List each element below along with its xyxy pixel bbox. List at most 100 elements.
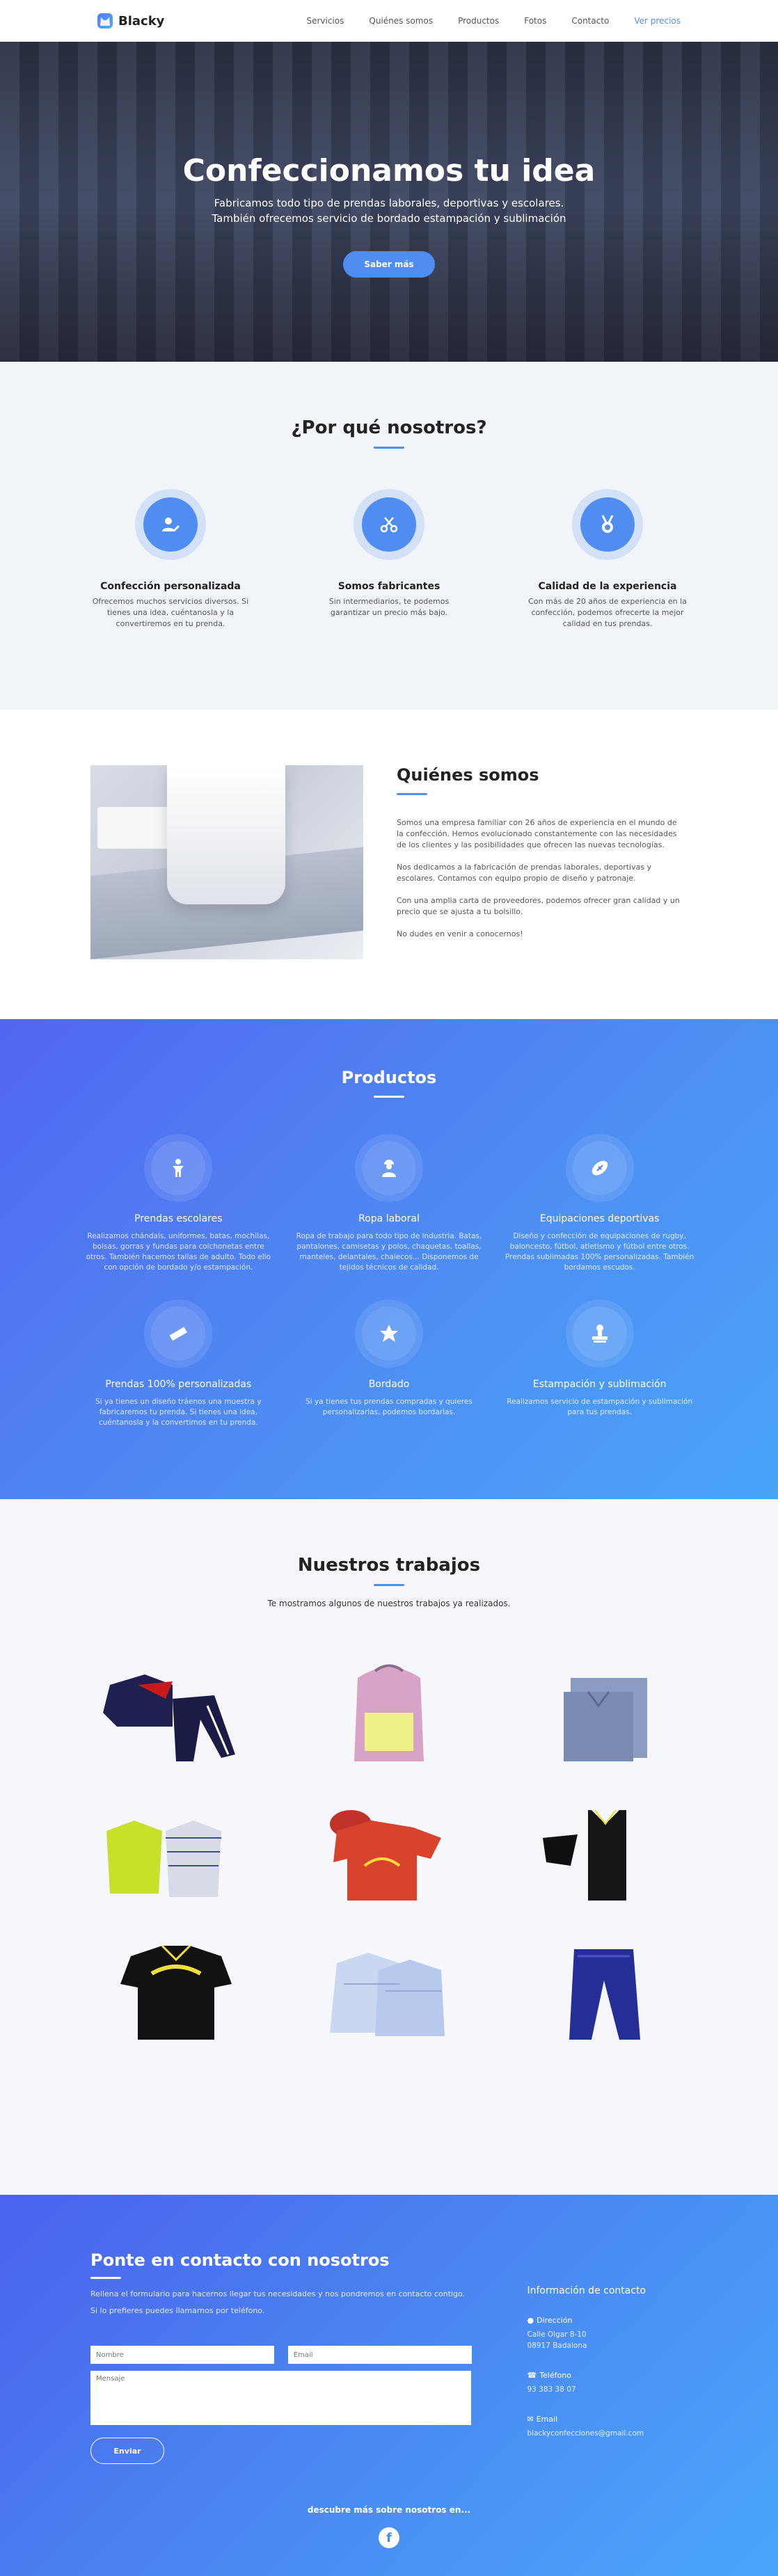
hero-title: Confeccionamos tu idea xyxy=(182,153,596,189)
work-photo-sports-top[interactable] xyxy=(516,1796,688,1907)
product-text: Si ya tienes un diseño tráenos una muest… xyxy=(95,1398,262,1427)
product-ropa-laboral: Ropa laboral Ropa de trabajo para todo t… xyxy=(294,1141,484,1273)
main-menu: Servicios Quiénes somos Productos Fotos … xyxy=(306,16,681,26)
hero-subtitle-2: También ofrecemos servicio de bordado es… xyxy=(212,212,566,225)
stamp-icon xyxy=(572,1306,627,1361)
menu-item-fotos[interactable]: Fotos xyxy=(524,16,546,26)
title-underline xyxy=(374,1096,404,1098)
title-underline xyxy=(397,793,427,795)
facebook-icon[interactable]: f xyxy=(379,2527,399,2548)
phone-value[interactable]: 93 383 38 07 xyxy=(527,2384,688,2395)
email-label-text: Email xyxy=(536,2415,558,2424)
email-value[interactable]: blackyconfecciones@gmail.com xyxy=(527,2428,688,2439)
title-underline xyxy=(90,2277,121,2279)
product-title: Equipaciones deportivas xyxy=(539,1213,660,1224)
send-button[interactable]: Enviar xyxy=(90,2438,164,2464)
product-prendas-escolares: Prendas escolares Realizamos chándals, u… xyxy=(84,1141,273,1273)
why-item-text: Con más de 20 años de experiencia en la … xyxy=(528,597,687,628)
phone-label-text: Teléfono xyxy=(539,2371,571,2380)
product-title: Bordado xyxy=(368,1379,410,1390)
ruler-icon xyxy=(151,1306,206,1361)
address-label-text: Dirección xyxy=(537,2316,573,2325)
user-edit-icon xyxy=(143,497,198,552)
saber-mas-button[interactable]: Saber más xyxy=(343,251,435,278)
phone-label: ☎ Teléfono xyxy=(527,2371,688,2380)
work-photo-backpack[interactable] xyxy=(303,1657,475,1768)
menu-item-servicios[interactable]: Servicios xyxy=(306,16,344,26)
product-text: Realizamos chándals, uniformes, batas, m… xyxy=(86,1232,271,1272)
product-title: Estampación y sublimación xyxy=(532,1379,667,1390)
works-title: Nuestros trabajos xyxy=(297,1555,481,1576)
football-icon xyxy=(572,1141,627,1195)
footer: descubre más sobre nosotros en... f xyxy=(0,2505,778,2548)
contact-section: Ponte en contacto con nosotros Rellena e… xyxy=(0,2195,778,2576)
menu-item-quienes-somos[interactable]: Quiénes somos xyxy=(369,16,433,26)
footer-text: descubre más sobre nosotros en... xyxy=(307,2505,471,2515)
name-field[interactable] xyxy=(90,2346,274,2364)
menu-item-contacto[interactable]: Contacto xyxy=(571,16,609,26)
works-section: Nuestros trabajos Te mostramos algunos d… xyxy=(0,1499,778,2195)
hero-section: Confeccionamos tu idea Fabricamos todo t… xyxy=(0,42,778,362)
why-item-title: Confección personalizada xyxy=(100,581,241,592)
phone-icon: ☎ xyxy=(527,2371,537,2380)
menu-item-productos[interactable]: Productos xyxy=(458,16,499,26)
product-title: Prendas escolares xyxy=(134,1213,223,1224)
contact-form: Ponte en contacto con nosotros Rellena e… xyxy=(90,2250,472,2464)
email-field[interactable] xyxy=(287,2346,472,2364)
work-photo-jackets[interactable] xyxy=(90,1796,262,1907)
email-label: ✉ Email xyxy=(527,2415,688,2424)
about-paragraph-2: Nos dedicamos a la fabricación de prenda… xyxy=(397,863,652,883)
title-underline xyxy=(374,1584,404,1586)
product-text: Si ya tienes tus prendas compradas y qui… xyxy=(305,1398,473,1416)
scissors-icon xyxy=(362,497,416,552)
sewing-machine-image xyxy=(90,765,363,959)
star-icon xyxy=(361,1306,416,1361)
about-paragraph-1: Somos una empresa familiar con 26 años d… xyxy=(397,818,677,849)
envelope-icon: ✉ xyxy=(527,2415,534,2424)
child-icon xyxy=(151,1141,206,1195)
products-title: Productos xyxy=(341,1068,437,1087)
hero-subtitle-1: Fabricamos todo tipo de prendas laborale… xyxy=(214,197,564,209)
why-item-fabricantes: Somos fabricantes Sin intermediarios, te… xyxy=(309,497,469,630)
work-photo-cap-tshirt[interactable] xyxy=(303,1796,475,1907)
product-estampacion: Estampación y sublimación Realizamos ser… xyxy=(505,1306,694,1428)
why-item-text: Ofrecemos muchos servicios diversos. Si … xyxy=(92,597,249,628)
menu-item-ver-precios[interactable]: Ver precios xyxy=(634,16,681,26)
work-photo-smocks[interactable] xyxy=(303,1935,475,2047)
why-item-title: Somos fabricantes xyxy=(338,581,440,592)
work-photo-shirts[interactable] xyxy=(516,1657,688,1768)
brand-name: Blacky xyxy=(118,13,165,29)
address-value: Calle Olgar 8-10 08917 Badalona xyxy=(527,2330,587,2350)
work-photo-tracksuit[interactable] xyxy=(90,1657,262,1768)
works-subtitle: Te mostramos algunos de nuestros trabajo… xyxy=(267,1599,511,1608)
why-item-title: Calidad de la experiencia xyxy=(538,581,677,592)
product-text: Diseño y confección de equipaciones de r… xyxy=(505,1232,694,1272)
contact-info: Información de contacto ● Dirección Call… xyxy=(527,2250,688,2464)
message-field[interactable] xyxy=(90,2371,472,2425)
about-section: Quiénes somos Somos una empresa familiar… xyxy=(0,710,778,1019)
cat-logo-icon xyxy=(97,13,113,29)
contact-desc-1: Rellena el formulario para hacernos lleg… xyxy=(90,2289,466,2298)
contact-title: Ponte en contacto con nosotros xyxy=(90,2250,390,2270)
product-text: Realizamos servicio de estampación y sub… xyxy=(507,1398,693,1416)
work-photo-pants[interactable] xyxy=(516,1935,688,2047)
work-photo-jersey[interactable] xyxy=(90,1935,262,2047)
contact-desc-2: Si lo prefieres puedes llamarnos por tel… xyxy=(90,2306,265,2315)
worker-icon xyxy=(361,1141,416,1195)
brand-logo-link[interactable]: Blacky xyxy=(97,13,164,29)
about-title: Quiénes somos xyxy=(397,765,539,785)
contact-info-title: Información de contacto xyxy=(527,2285,646,2296)
product-bordado: Bordado Si ya tienes tus prendas comprad… xyxy=(294,1306,484,1428)
why-title: ¿Por qué nosotros? xyxy=(291,417,487,438)
products-section: Productos Prendas escolares Realizamos c… xyxy=(0,1019,778,1499)
product-title: Ropa laboral xyxy=(358,1213,420,1224)
product-text: Ropa de trabajo para todo tipo de indust… xyxy=(296,1232,482,1272)
medal-icon xyxy=(580,497,635,552)
product-title: Prendas 100% personalizadas xyxy=(105,1379,252,1390)
why-item-calidad: Calidad de la experiencia Con más de 20 … xyxy=(527,497,688,630)
map-marker-icon: ● xyxy=(527,2316,534,2325)
title-underline xyxy=(374,447,404,449)
why-item-personalizada: Confección personalizada Ofrecemos mucho… xyxy=(90,497,251,630)
about-paragraph-3: Con una amplia carta de proveedores, pod… xyxy=(397,896,680,916)
why-item-text: Sin intermediarios, te podemos garantiza… xyxy=(328,597,450,617)
